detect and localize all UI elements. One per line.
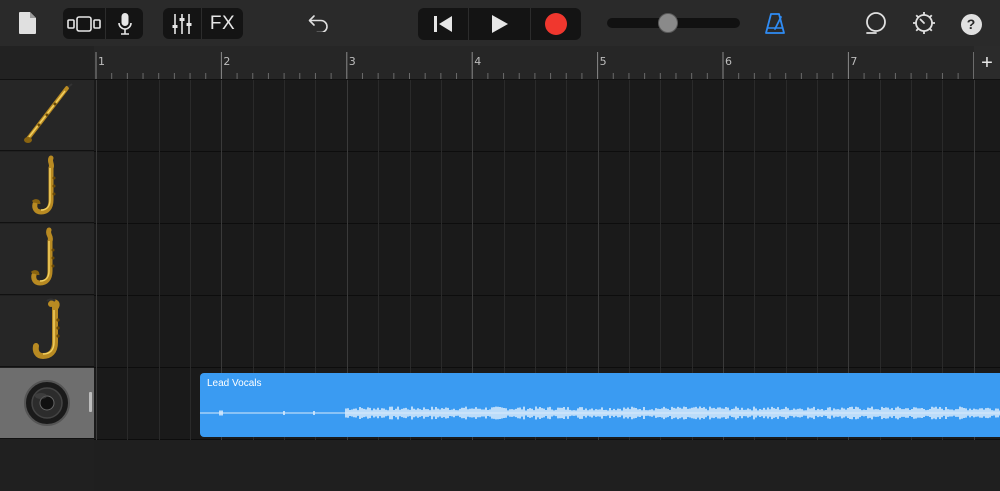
- document-icon: [19, 12, 36, 34]
- ruler-bar-number: 1: [98, 55, 105, 68]
- mixer-icon: [172, 13, 192, 34]
- ruler-bar-number: 4: [474, 55, 482, 68]
- ruler-bar-number: 7: [850, 55, 858, 68]
- undo-icon: [308, 15, 328, 32]
- go-to-start-icon: [434, 16, 452, 32]
- master-volume-slider[interactable]: [607, 13, 740, 33]
- track-lane[interactable]: [94, 224, 1000, 296]
- track-lane[interactable]: [94, 152, 1000, 224]
- smart-controls-button[interactable]: [106, 8, 143, 39]
- browser-icon: [67, 15, 101, 32]
- metronome-icon: [765, 13, 785, 34]
- audio-region-lead-vocals[interactable]: Lead Vocals: [200, 373, 1000, 437]
- ruler-bar-number: 6: [725, 55, 732, 68]
- add-label: +: [981, 51, 993, 74]
- track-header-baritone-sax[interactable]: [0, 296, 94, 367]
- add-section-button[interactable]: +: [974, 46, 1000, 79]
- track-headers: [0, 80, 94, 491]
- ruler-bar-number: 5: [599, 55, 607, 68]
- control-bar: FX ?: [0, 0, 1000, 46]
- undo-button[interactable]: [303, 9, 335, 37]
- loop-browser-button[interactable]: [861, 9, 891, 37]
- record-icon: [545, 13, 567, 35]
- play-button[interactable]: [469, 8, 530, 40]
- region-name: Lead Vocals: [207, 378, 262, 389]
- track-header-alto-sax[interactable]: [0, 152, 94, 223]
- my-songs-button[interactable]: [14, 9, 42, 37]
- settings-icon: [913, 12, 935, 34]
- ruler[interactable]: 1 2 3 4 5 6 7 +: [94, 46, 1000, 80]
- mixer-segment: FX: [163, 8, 243, 39]
- track-header-lead-vocals[interactable]: [0, 368, 94, 439]
- transport-segment: [418, 8, 581, 40]
- baritone-saxophone-icon: [32, 298, 60, 360]
- fx-label: FX: [209, 12, 236, 34]
- browser-button[interactable]: [63, 8, 105, 39]
- settings-button[interactable]: [909, 9, 939, 37]
- ruler-bar-number: 2: [223, 55, 231, 68]
- track-lane[interactable]: [94, 80, 1000, 152]
- track-lane[interactable]: [94, 296, 1000, 368]
- metronome-button[interactable]: [761, 9, 789, 37]
- ruler-corner: [0, 46, 94, 80]
- ruler-bar-number: 3: [348, 55, 356, 68]
- help-icon: ?: [960, 13, 982, 35]
- grid-bar-line: [96, 80, 97, 440]
- soprano-saxophone-icon: [24, 83, 73, 143]
- master-volume-thumb[interactable]: [657, 13, 678, 33]
- tenor-saxophone-icon: [30, 227, 55, 286]
- play-icon: [491, 15, 508, 33]
- fx-button[interactable]: FX: [202, 8, 243, 39]
- loop-icon: [866, 12, 886, 34]
- help-button[interactable]: ?: [958, 11, 984, 37]
- help-label: ?: [966, 16, 976, 32]
- grid-beat-line: [158, 80, 160, 440]
- track-resize-handle[interactable]: [89, 392, 92, 412]
- track-area[interactable]: Lead Vocals: [94, 80, 1000, 491]
- grid-beat-line: [127, 80, 129, 440]
- waveform: [200, 406, 1000, 420]
- view-segment: [63, 8, 143, 39]
- alto-saxophone-icon: [31, 155, 56, 215]
- microphone-icon: [117, 12, 132, 35]
- go-to-start-button[interactable]: [418, 8, 468, 40]
- grid-beat-line: [190, 80, 192, 440]
- speaker-icon: [24, 380, 70, 426]
- track-header-tenor-sax[interactable]: [0, 224, 94, 295]
- track-header-soprano-sax[interactable]: [0, 80, 94, 151]
- record-button[interactable]: [531, 8, 581, 40]
- mixer-button[interactable]: [163, 8, 201, 39]
